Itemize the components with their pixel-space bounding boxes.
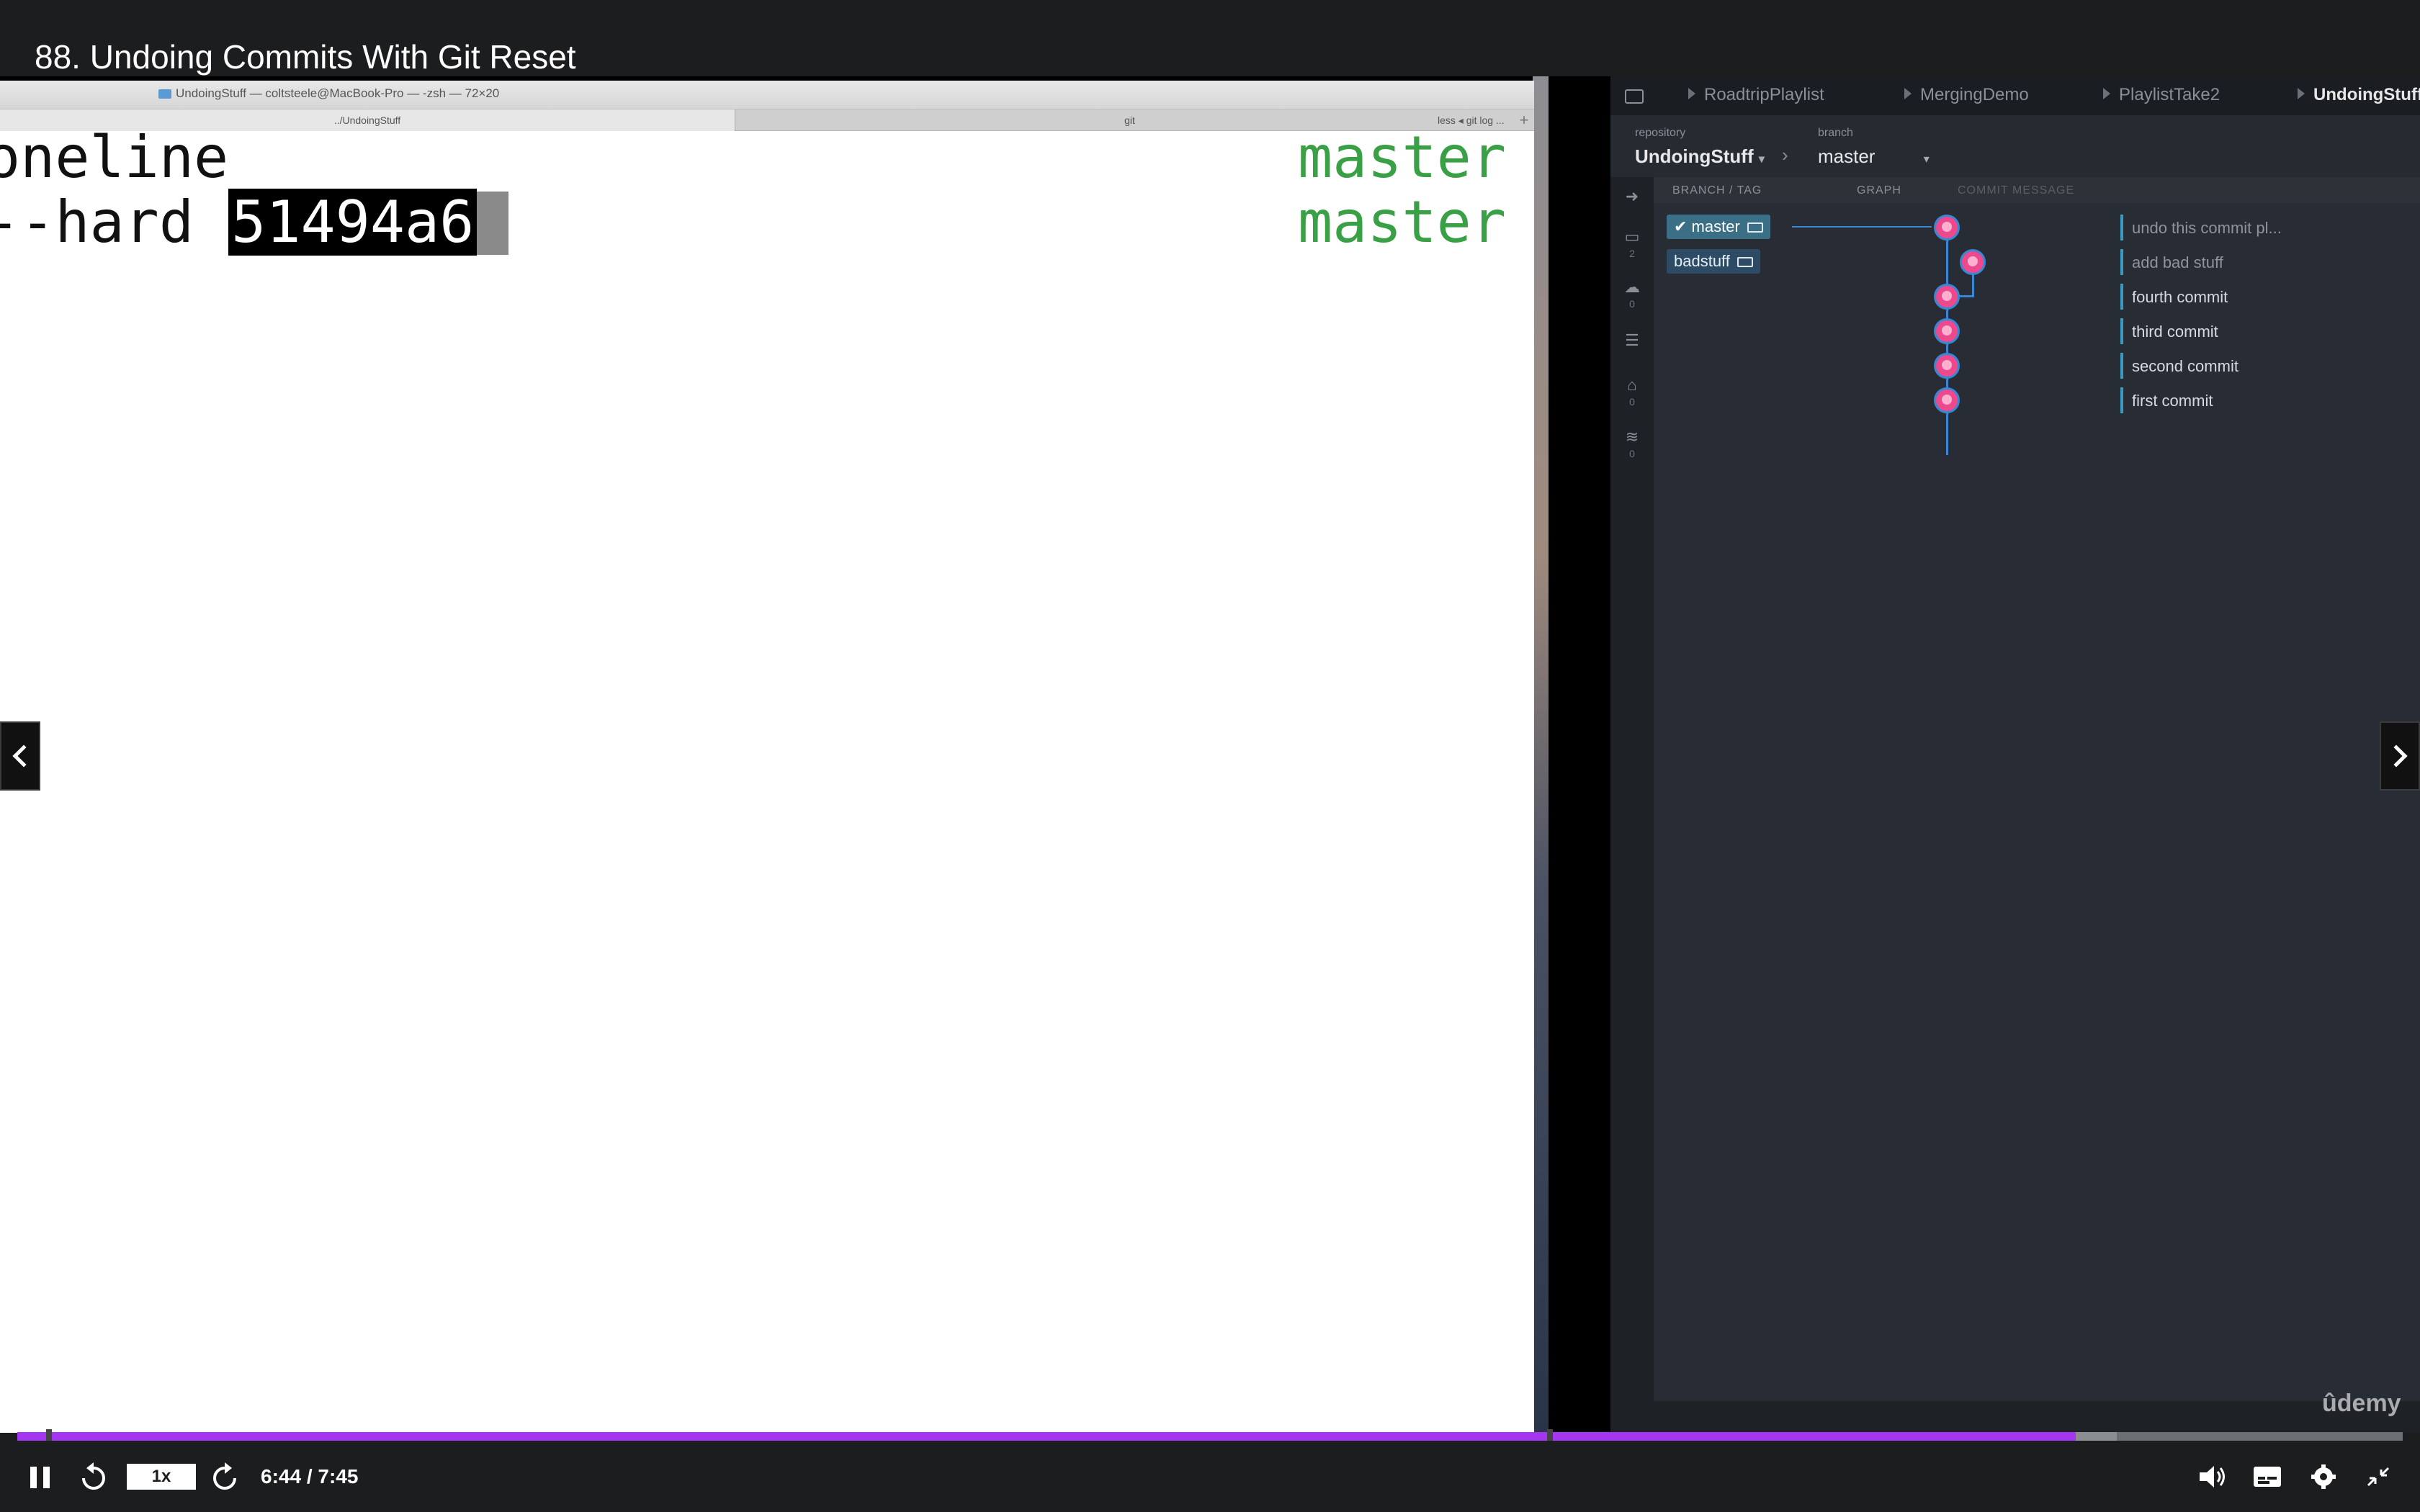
commit-message[interactable]: first commit bbox=[2132, 392, 2213, 410]
branch-label: branch bbox=[1818, 127, 1853, 139]
exit-fullscreen-icon[interactable] bbox=[2364, 1464, 2393, 1490]
commit-row-indicator bbox=[2120, 353, 2123, 379]
chevron-down-icon: ▾ bbox=[1923, 153, 1930, 166]
player-controls: 1x 6:44 / 7:45 bbox=[0, 1441, 2420, 1512]
pause-icon bbox=[30, 1467, 37, 1488]
tag-count: 0 bbox=[1629, 396, 1635, 408]
local-count: 2 bbox=[1629, 248, 1635, 259]
lecture-title: 88. Undoing Commits With Git Reset bbox=[35, 38, 576, 76]
commit-node[interactable] bbox=[1934, 318, 1960, 344]
commit-row-indicator bbox=[2120, 284, 2123, 310]
terminal-line-2: --hard 51494a6 bbox=[0, 189, 509, 256]
repo-tab-roadtripplaylist[interactable]: RoadtripPlaylist bbox=[1688, 85, 1824, 105]
terminal-line-1: oneline bbox=[0, 125, 228, 190]
command-text: --hard bbox=[0, 189, 229, 256]
play-icon bbox=[2103, 88, 2110, 99]
branch-chip-badstuff[interactable]: badstuff bbox=[1667, 249, 1760, 274]
prompt-branch-1: master bbox=[1298, 124, 1506, 191]
remote-count: 0 bbox=[1629, 298, 1635, 310]
chevron-down-icon: ▾ bbox=[1758, 153, 1765, 166]
commit-row-indicator bbox=[2120, 318, 2123, 344]
column-commit-message: COMMIT MESSAGE bbox=[1958, 184, 2075, 197]
laptop-icon bbox=[1747, 222, 1763, 233]
forward-icon[interactable] bbox=[209, 1462, 241, 1494]
commit-message[interactable]: fourth commit bbox=[2132, 288, 2228, 307]
commit-node[interactable] bbox=[1934, 353, 1960, 379]
desktop-wallpaper bbox=[1533, 76, 1549, 1433]
commit-row-indicator bbox=[2120, 249, 2123, 275]
next-lecture-button[interactable] bbox=[2380, 721, 2420, 791]
udemy-watermark: ûdemy bbox=[2322, 1390, 2401, 1417]
laptop-icon bbox=[1736, 257, 1753, 267]
prompt-branch-2: master bbox=[1298, 189, 1506, 256]
commit-message[interactable]: second commit bbox=[2132, 357, 2238, 376]
repo-tab-mergingdemo[interactable]: MergingDemo bbox=[1904, 85, 2029, 105]
commit-row-indicator bbox=[2120, 387, 2123, 413]
repo-tab-playlisttake2[interactable]: PlaylistTake2 bbox=[2103, 85, 2220, 105]
video-frame[interactable]: UndoingStuff — coltsteele@MacBook-Pro — … bbox=[0, 76, 2420, 1433]
new-tab-button[interactable]: + bbox=[1515, 109, 1533, 131]
settings-gear-icon[interactable] bbox=[2309, 1464, 2338, 1490]
commit-graph-panel: BRANCH / TAG GRAPH COMMIT MESSAGE ✔ mast… bbox=[1654, 177, 2420, 1433]
commit-node[interactable] bbox=[1934, 215, 1960, 240]
chevron-left-icon bbox=[12, 744, 35, 768]
terminal-cursor bbox=[477, 192, 509, 255]
branch-chip-master[interactable]: ✔ master bbox=[1667, 215, 1770, 239]
pause-button[interactable] bbox=[30, 1467, 52, 1488]
chevron-right-icon bbox=[2385, 744, 2408, 768]
graph-edge-main bbox=[1946, 239, 1948, 455]
branch-connector bbox=[1792, 226, 1932, 228]
commit-message[interactable]: third commit bbox=[2132, 323, 2218, 341]
command-text: oneline bbox=[0, 124, 229, 191]
repository-label: repository bbox=[1635, 127, 1686, 139]
play-icon bbox=[1904, 88, 1912, 99]
previous-lecture-button[interactable] bbox=[0, 721, 40, 791]
progress-bar[interactable] bbox=[17, 1429, 2403, 1444]
commit-node[interactable] bbox=[1934, 387, 1960, 413]
commit-node[interactable] bbox=[1960, 249, 1986, 275]
selected-commit-hash[interactable]: 51494a6 bbox=[228, 189, 478, 256]
branch-dropdown[interactable]: master ▾ bbox=[1818, 145, 1930, 168]
list-icon[interactable]: ☰ bbox=[1622, 331, 1642, 349]
expand-panel-icon[interactable]: ➜ bbox=[1622, 187, 1642, 205]
folder-icon bbox=[158, 89, 171, 99]
check-icon: ✔ bbox=[1674, 217, 1692, 235]
play-icon bbox=[2298, 88, 2305, 99]
play-icon bbox=[1688, 88, 1695, 99]
left-panel-sidebar: ➜ ▭ 2 ☁ 0 ☰ ⌂ 0 ≋ 0 bbox=[1610, 177, 1654, 1433]
cloud-icon[interactable]: ☁ bbox=[1622, 278, 1642, 296]
commit-message[interactable]: add bad stuff bbox=[2132, 253, 2223, 272]
column-graph: GRAPH bbox=[1857, 184, 1901, 197]
playback-speed-button[interactable]: 1x bbox=[127, 1464, 196, 1490]
terminal-window-title: UndoingStuff — coltsteele@MacBook-Pro — … bbox=[176, 86, 500, 100]
title-bar: 88. Undoing Commits With Git Reset bbox=[0, 0, 2420, 76]
time-display: 6:44 / 7:45 bbox=[261, 1465, 359, 1488]
repo-tab-undoingstuff[interactable]: UndoingStuff bbox=[2298, 85, 2420, 105]
terminal-window: UndoingStuff — coltsteele@MacBook-Pro — … bbox=[0, 81, 1534, 1433]
graph-header: BRANCH / TAG GRAPH COMMIT MESSAGE bbox=[1654, 177, 2420, 203]
commit-row-indicator bbox=[2120, 215, 2123, 240]
tag-icon[interactable]: ⌂ bbox=[1622, 376, 1642, 394]
terminal-titlebar: UndoingStuff — coltsteele@MacBook-Pro — … bbox=[0, 81, 1534, 109]
column-branch-tag: BRANCH / TAG bbox=[1672, 184, 1762, 197]
repo-toolbar: repository UndoingStuff ▾ › branch maste… bbox=[1610, 115, 2420, 177]
chevron-right-icon: › bbox=[1782, 144, 1788, 166]
repository-dropdown[interactable]: UndoingStuff ▾ bbox=[1635, 145, 1765, 168]
rewind-icon[interactable] bbox=[78, 1462, 109, 1494]
stash-icon[interactable]: ≋ bbox=[1622, 428, 1642, 446]
commit-node[interactable] bbox=[1934, 284, 1960, 310]
git-gui-window: RoadtripPlaylist MergingDemo PlaylistTak… bbox=[1610, 76, 2420, 1433]
stash-count: 0 bbox=[1629, 448, 1635, 459]
repo-tabbar: RoadtripPlaylist MergingDemo PlaylistTak… bbox=[1610, 76, 2420, 115]
played-bar bbox=[17, 1432, 2076, 1441]
commit-message[interactable]: undo this commit pl... bbox=[2132, 219, 2282, 238]
status-bar bbox=[1610, 1401, 2420, 1433]
folder-icon[interactable] bbox=[1625, 89, 1644, 104]
captions-icon[interactable] bbox=[2253, 1464, 2282, 1490]
laptop-icon[interactable]: ▭ bbox=[1622, 228, 1642, 246]
volume-icon[interactable] bbox=[2198, 1464, 2227, 1490]
